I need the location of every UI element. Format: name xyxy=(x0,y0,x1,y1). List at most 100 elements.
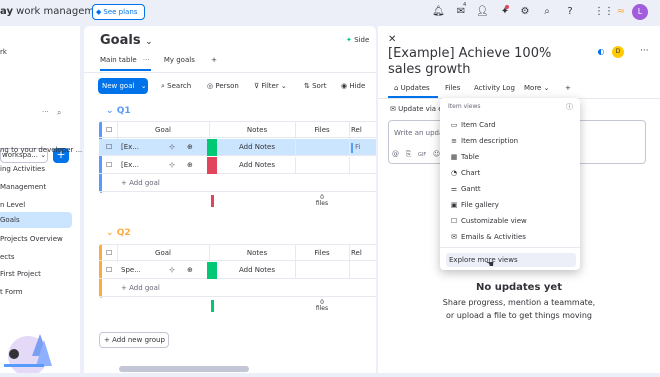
notes-cell[interactable]: Add Notes xyxy=(219,139,295,156)
column-header-files[interactable]: Files xyxy=(295,122,349,139)
tab-my-goals[interactable]: My goals xyxy=(164,56,195,64)
menu-item-table[interactable]: ▦ Table xyxy=(449,153,479,161)
subscriber-avatar[interactable]: D xyxy=(612,46,624,58)
help-icon[interactable]: ? xyxy=(564,6,576,18)
gif-icon[interactable]: GIF xyxy=(418,152,426,158)
sidebar-item-goals[interactable]: Goals xyxy=(0,216,20,224)
sidebar-item-projects-overview[interactable]: Projects Overview xyxy=(0,235,63,243)
column-header-goal[interactable]: Goal xyxy=(117,245,209,262)
sidebar-item-management[interactable]: Management xyxy=(0,183,46,191)
menu-item-chart[interactable]: ◔ Chart xyxy=(449,169,480,177)
column-header-related[interactable]: Rel xyxy=(351,245,376,262)
group-title-q2[interactable]: ⌄ Q2 xyxy=(106,228,131,238)
menu-item-item-card[interactable]: ▭ Item Card xyxy=(449,121,496,129)
status-indicator xyxy=(207,139,217,156)
sidebar-item-first-project[interactable]: First Project xyxy=(0,270,41,278)
empty-state-text: Share progress, mention a teammate, xyxy=(442,298,596,307)
top-bar: ay work management ◆ See plans 🔔︎ ✉ 4 👤︎… xyxy=(0,0,660,26)
cursor-icon: ☚ xyxy=(486,260,495,270)
add-goal-row[interactable]: + Add goal xyxy=(99,280,376,297)
subitems-icon[interactable]: ⊹ xyxy=(169,139,181,156)
row-checkbox[interactable]: ☐ xyxy=(106,262,116,279)
sidekick-button[interactable]: ✦ Side xyxy=(346,36,369,44)
notes-cell[interactable]: Add Notes xyxy=(219,157,295,174)
update-via-email[interactable]: ✉ Update via e xyxy=(390,105,443,113)
select-all-checkbox[interactable]: ☐ xyxy=(106,122,116,139)
sidebar-item-activities[interactable]: ing Activities xyxy=(0,165,45,173)
add-update-icon[interactable]: ⊕ xyxy=(187,262,199,279)
sidebar-item-dev[interactable]: ng to your developer ... xyxy=(0,146,82,154)
column-header-notes[interactable]: Notes xyxy=(219,122,295,139)
apps-grid-icon[interactable]: ⋮⋮ xyxy=(594,6,614,18)
customizable-icon: ☐ xyxy=(450,217,458,225)
sidebar-item-work[interactable]: rk xyxy=(0,48,7,56)
group-title-q1[interactable]: ⌄ Q1 xyxy=(106,106,131,116)
goal-name[interactable]: [Ex... xyxy=(121,157,161,174)
more-icon[interactable]: ··· xyxy=(143,56,150,64)
column-header-goal[interactable]: Goal xyxy=(117,122,209,139)
board-title[interactable]: Goals ⌄ xyxy=(100,33,153,48)
table-row[interactable]: ☐ Spe... ⊹ ⊕ Add Notes xyxy=(99,262,376,279)
sidekick-icon[interactable]: ◐ xyxy=(596,47,606,57)
tab-updates[interactable]: ⌂ Updates xyxy=(394,84,430,92)
notes-cell[interactable]: Add Notes xyxy=(219,262,295,279)
add-goal-input[interactable]: + Add goal xyxy=(121,280,201,297)
sidebar-item-level[interactable]: n Level xyxy=(0,201,25,209)
person-filter-button[interactable]: ◎ Person xyxy=(207,82,239,90)
search-icon[interactable]: ⌕ xyxy=(57,108,61,118)
info-icon[interactable]: ⓘ xyxy=(566,102,573,112)
add-goal-input[interactable]: + Add goal xyxy=(121,175,201,192)
row-checkbox[interactable]: ☐ xyxy=(106,139,116,156)
search-icon[interactable]: ⌕ xyxy=(541,6,553,18)
table-icon: ▦ xyxy=(450,153,458,161)
add-update-icon[interactable]: ⊕ xyxy=(187,157,199,174)
item-title[interactable]: [Example] Achieve 100% sales growth xyxy=(388,46,588,78)
horizontal-scrollbar[interactable] xyxy=(119,366,249,372)
hide-button[interactable]: ◉ Hide xyxy=(341,82,365,90)
sidebar-item-projects[interactable]: ects xyxy=(0,253,15,261)
menu-item-emails-activities[interactable]: ✉ Emails & Activities xyxy=(449,233,526,241)
add-goal-row[interactable]: + Add goal xyxy=(99,175,376,192)
related-cell[interactable]: Fi xyxy=(355,139,375,156)
menu-item-file-gallery[interactable]: ▣ File gallery xyxy=(449,201,499,209)
subitems-icon[interactable]: ⊹ xyxy=(169,157,181,174)
table-row[interactable]: ☐ [Ex... ⊹ ⊕ Add Notes Fi xyxy=(99,139,376,156)
explore-more-views-button[interactable]: Explore more views xyxy=(446,253,576,267)
add-view-icon[interactable]: + xyxy=(211,56,217,64)
new-goal-button[interactable]: New goal ⌄ xyxy=(98,78,148,94)
goal-name[interactable]: [Ex... xyxy=(121,139,161,156)
add-new-group-button[interactable]: + Add new group xyxy=(99,332,169,348)
more-icon[interactable]: ··· xyxy=(42,108,49,116)
close-icon[interactable]: ✕ xyxy=(388,34,396,45)
add-update-icon[interactable]: ⊕ xyxy=(187,139,199,156)
mention-icon[interactable]: @ xyxy=(392,150,399,158)
sort-button[interactable]: ⇅ Sort xyxy=(304,82,326,90)
invite-members-icon[interactable]: 👤︎ xyxy=(476,6,489,18)
see-plans-button[interactable]: ◆ See plans xyxy=(92,4,145,20)
column-header-notes[interactable]: Notes xyxy=(219,245,295,262)
sidebar-item-form[interactable]: t Form xyxy=(0,288,23,296)
tab-files[interactable]: Files xyxy=(445,84,460,92)
column-header-related[interactable]: Rel xyxy=(351,122,376,139)
select-all-checkbox[interactable]: ☐ xyxy=(106,245,116,262)
filter-button[interactable]: ⊽ Filter ⌄ xyxy=(254,82,287,90)
column-header-files[interactable]: Files xyxy=(295,245,349,262)
table-row[interactable]: ☐ [Ex... ⊹ ⊕ Add Notes xyxy=(99,157,376,174)
goal-name[interactable]: Spe... xyxy=(121,262,161,279)
avatar[interactable]: L xyxy=(632,4,648,20)
tab-main-table[interactable]: Main table xyxy=(100,56,137,64)
menu-item-customizable-view[interactable]: ☐ Customizable view xyxy=(449,217,527,225)
files-summary: 0 files xyxy=(315,299,329,312)
add-tab-icon[interactable]: + xyxy=(565,84,571,92)
bell-icon[interactable]: 🔔︎ xyxy=(432,6,445,18)
menu-item-gantt[interactable]: ⚌ Gantt xyxy=(449,185,481,193)
search-button[interactable]: ⌕ Search xyxy=(161,82,191,91)
row-checkbox[interactable]: ☐ xyxy=(106,157,116,174)
tab-activity-log[interactable]: Activity Log xyxy=(474,84,515,92)
subitems-icon[interactable]: ⊹ xyxy=(169,262,181,279)
tab-more[interactable]: More ⌄ xyxy=(524,84,549,92)
integrations-icon[interactable]: ⚙ xyxy=(519,6,531,18)
attach-icon[interactable]: ⎘ xyxy=(406,150,412,158)
more-options-icon[interactable]: ··· xyxy=(640,46,649,56)
menu-item-item-description[interactable]: ≡ Item description xyxy=(449,137,518,145)
